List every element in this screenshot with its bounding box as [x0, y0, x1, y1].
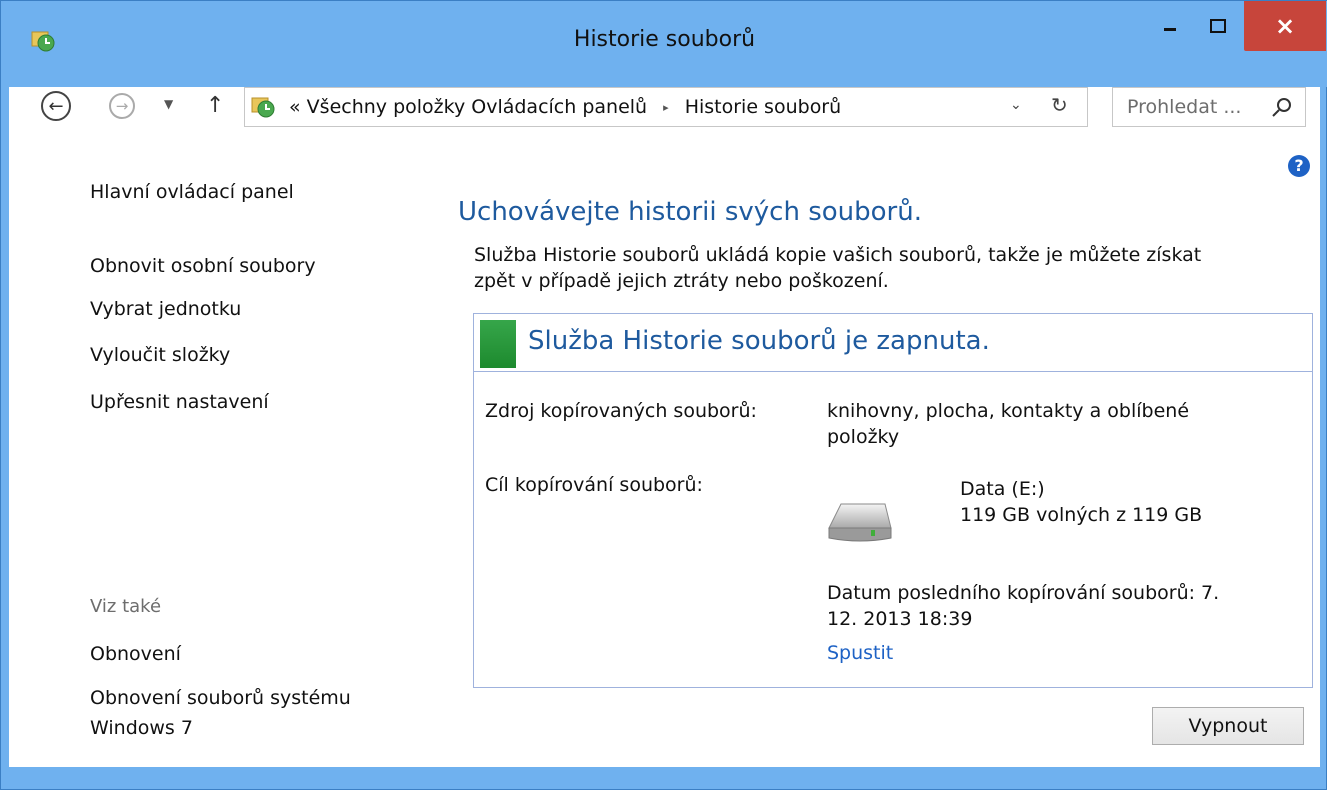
- breadcrumb-item[interactable]: Všechny položky Ovládacích panelů: [307, 96, 647, 118]
- run-now-link[interactable]: Spustit: [827, 642, 893, 664]
- sidebar-link-select-drive[interactable]: Vybrat jednotku: [90, 298, 241, 320]
- search-icon[interactable]: [1271, 96, 1293, 118]
- close-icon: ×: [1274, 12, 1296, 40]
- see-also-link-win7-restore[interactable]: Obnovení souborů systému: [90, 687, 351, 709]
- breadcrumb-separator-icon[interactable]: ▸: [663, 101, 669, 114]
- sidebar-link-control-panel-home[interactable]: Hlavní ovládací panel: [90, 181, 294, 203]
- source-label: Zdroj kopírovaných souborů:: [485, 400, 757, 422]
- forward-button[interactable]: →: [109, 93, 135, 119]
- window-title: Historie souborů: [573, 27, 756, 52]
- hard-drive-icon: [828, 503, 892, 542]
- minimize-button[interactable]: [1147, 1, 1193, 51]
- maximize-icon: [1210, 19, 1226, 33]
- file-history-app-icon: [251, 97, 275, 118]
- status-header: Služba Historie souborů je zapnuta.: [474, 314, 1312, 372]
- window: Historie souborů × ← → ▼ ↑ « Všechny pol…: [0, 0, 1327, 790]
- target-label: Cíl kopírování souborů:: [485, 474, 703, 496]
- last-copy-line: 12. 2013 18:39: [827, 608, 973, 630]
- source-value-line: položky: [827, 426, 900, 448]
- see-also-link-recovery[interactable]: Obnovení: [90, 643, 181, 665]
- search-box[interactable]: Prohledat ...: [1112, 87, 1306, 127]
- close-button[interactable]: ×: [1244, 1, 1326, 51]
- breadcrumb-prefix[interactable]: «: [289, 96, 301, 118]
- chevron-down-icon: ▼: [164, 97, 174, 111]
- turn-off-button[interactable]: Vypnout: [1152, 707, 1304, 745]
- drive-space: 119 GB volných z 119 GB: [960, 504, 1203, 526]
- back-arrow-icon: ←: [48, 95, 64, 117]
- up-arrow-icon: ↑: [206, 93, 225, 118]
- description-line: zpět v případě jejich ztráty nebo poškoz…: [474, 270, 889, 292]
- see-also-link-win7-restore-line2[interactable]: Windows 7: [90, 717, 193, 739]
- address-bar[interactable]: « Všechny položky Ovládacích panelů ▸ Hi…: [244, 87, 1088, 127]
- address-dropdown-icon[interactable]: ⌄: [1010, 97, 1022, 113]
- help-icon[interactable]: ?: [1288, 155, 1310, 177]
- title-bar[interactable]: Historie souborů ×: [1, 1, 1327, 87]
- sidebar-link-exclude-folders[interactable]: Vyloučit složky: [90, 344, 230, 366]
- refresh-icon[interactable]: ↻: [1051, 93, 1068, 117]
- source-value-line: knihovny, plocha, kontakty a oblíbené: [827, 400, 1190, 422]
- up-button[interactable]: ↑: [206, 93, 224, 118]
- page-title: Uchovávejte historii svých souborů.: [458, 197, 922, 227]
- status-text: Služba Historie souborů je zapnuta.: [528, 326, 990, 356]
- forward-arrow-icon: →: [115, 97, 129, 115]
- search-input[interactable]: Prohledat ...: [1127, 96, 1241, 118]
- last-copy-info: Datum posledního kopírování souborů: 7. …: [827, 580, 1219, 632]
- drive-name: Data (E:): [960, 478, 1045, 500]
- status-indicator: [480, 320, 516, 368]
- source-value: knihovny, plocha, kontakty a oblíbené po…: [827, 398, 1189, 450]
- back-button[interactable]: ←: [41, 91, 71, 121]
- breadcrumb: « Všechny položky Ovládacích panelů ▸ Hi…: [289, 96, 841, 118]
- status-panel: Služba Historie souborů je zapnuta. Zdro…: [473, 313, 1313, 688]
- recent-locations-button[interactable]: ▼: [164, 97, 173, 111]
- minimize-icon: [1164, 28, 1176, 31]
- sidebar-link-advanced-settings[interactable]: Upřesnit nastavení: [90, 391, 269, 413]
- content-area: ? Hlavní ovládací panel Obnovit osobní s…: [9, 145, 1320, 767]
- maximize-button[interactable]: [1195, 1, 1241, 51]
- sidebar-link-restore-files[interactable]: Obnovit osobní soubory: [90, 255, 316, 277]
- drive-info: Data (E:) 119 GB volných z 119 GB: [960, 476, 1202, 528]
- see-also-heading: Viz také: [90, 596, 162, 617]
- page-description: Služba Historie souborů ukládá kopie vaš…: [474, 242, 1294, 294]
- last-copy-line: Datum posledního kopírování souborů: 7.: [827, 582, 1220, 604]
- breadcrumb-item[interactable]: Historie souborů: [685, 96, 841, 118]
- description-line: Služba Historie souborů ukládá kopie vaš…: [474, 244, 1202, 266]
